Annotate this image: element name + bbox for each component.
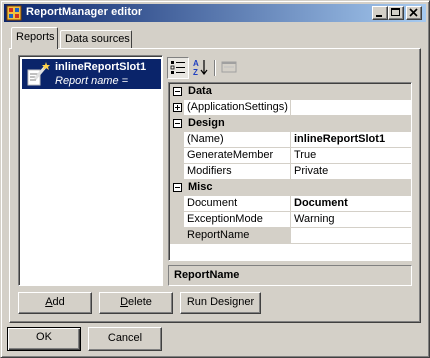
report-item-name: inlineReportSlot1: [55, 61, 147, 73]
cancel-button[interactable]: Cancel: [88, 327, 162, 351]
report-wand-icon: [24, 60, 52, 88]
property-row[interactable]: Modifiers Private: [170, 164, 411, 180]
editor-window: ReportManager editor Reports Data source…: [0, 0, 430, 358]
property-row-selected[interactable]: ReportName: [170, 228, 411, 244]
category-data[interactable]: Data: [170, 84, 411, 100]
toolbar-separator: [214, 60, 216, 76]
delete-button[interactable]: Delete: [99, 292, 173, 314]
tab-reports-label: Reports: [16, 31, 55, 43]
property-row[interactable]: GenerateMember True: [170, 148, 411, 164]
property-value[interactable]: [291, 228, 411, 244]
maximize-icon: [391, 8, 400, 16]
property-name: (Name): [184, 132, 291, 148]
property-description-pane: ReportName: [168, 265, 412, 286]
property-name: GenerateMember: [184, 148, 291, 164]
property-name: ReportName: [184, 228, 291, 244]
property-row[interactable]: (ApplicationSettings): [170, 100, 411, 116]
row-gutter: [170, 148, 184, 164]
list-item[interactable]: inlineReportSlot1 Report name =: [22, 59, 161, 89]
category-label: Data: [188, 85, 212, 97]
category-misc[interactable]: Misc: [170, 180, 411, 196]
categorized-icon: [170, 61, 185, 74]
tab-data-sources[interactable]: Data sources: [60, 30, 132, 48]
collapse-icon[interactable]: [173, 87, 182, 96]
svg-text:A: A: [193, 59, 199, 68]
close-icon: [409, 8, 418, 17]
property-pages-button[interactable]: [219, 57, 241, 79]
row-gutter: [170, 228, 184, 244]
add-button-mnemonic: A: [45, 296, 53, 308]
categorized-button[interactable]: [167, 57, 189, 79]
property-grid-toolbar: A Z: [167, 57, 412, 79]
app-icon: [6, 5, 22, 21]
report-item-subtitle: Report name =: [55, 75, 129, 87]
category-label: Design: [188, 117, 225, 129]
cancel-label: Cancel: [107, 332, 143, 344]
category-design[interactable]: Design: [170, 116, 411, 132]
run-designer-label: Run Designer: [186, 296, 255, 308]
alphabetical-sort-icon: A Z: [193, 59, 208, 77]
property-grid[interactable]: Data (ApplicationSettings) Design (Name)…: [168, 82, 412, 261]
property-row[interactable]: ExceptionMode Warning: [170, 212, 411, 228]
category-label: Misc: [188, 181, 213, 193]
tab-data-sources-label: Data sources: [65, 33, 130, 45]
row-gutter: [170, 100, 184, 116]
maximize-button[interactable]: [388, 6, 404, 20]
property-pages-icon: [221, 61, 237, 73]
ok-label: OK: [36, 331, 52, 343]
delete-button-mnemonic: D: [120, 296, 129, 308]
svg-text:Z: Z: [193, 68, 198, 77]
property-description-title: ReportName: [174, 269, 240, 281]
property-value[interactable]: True: [291, 148, 411, 164]
report-list[interactable]: inlineReportSlot1 Report name =: [18, 55, 163, 286]
property-value[interactable]: inlineReportSlot1: [291, 132, 411, 148]
close-button[interactable]: [406, 6, 422, 20]
property-value[interactable]: Warning: [291, 212, 411, 228]
collapse-icon[interactable]: [173, 183, 182, 192]
property-name: Document: [184, 196, 291, 212]
property-value[interactable]: [291, 100, 411, 116]
tab-reports[interactable]: Reports: [11, 27, 58, 49]
window-title: ReportManager editor: [26, 6, 143, 18]
collapse-icon[interactable]: [173, 119, 182, 128]
ok-button[interactable]: OK: [7, 327, 81, 351]
property-value[interactable]: Document: [291, 196, 411, 212]
row-gutter: [170, 132, 184, 148]
property-name: ExceptionMode: [184, 212, 291, 228]
property-value[interactable]: Private: [291, 164, 411, 180]
alphabetical-button[interactable]: A Z: [190, 57, 212, 79]
row-gutter: [170, 164, 184, 180]
property-name: (ApplicationSettings): [184, 100, 291, 116]
expand-icon[interactable]: [173, 103, 182, 112]
title-bar[interactable]: ReportManager editor: [4, 4, 426, 22]
add-button[interactable]: Add: [18, 292, 92, 314]
property-name: Modifiers: [184, 164, 291, 180]
row-gutter: [170, 196, 184, 212]
row-gutter: [170, 212, 184, 228]
property-row[interactable]: Document Document: [170, 196, 411, 212]
property-row[interactable]: (Name) inlineReportSlot1: [170, 132, 411, 148]
run-designer-button[interactable]: Run Designer: [180, 292, 261, 314]
add-button-rest: dd: [52, 296, 65, 308]
minimize-button[interactable]: [372, 6, 388, 20]
delete-button-rest: elete: [128, 296, 152, 308]
minimize-icon: [376, 15, 382, 17]
